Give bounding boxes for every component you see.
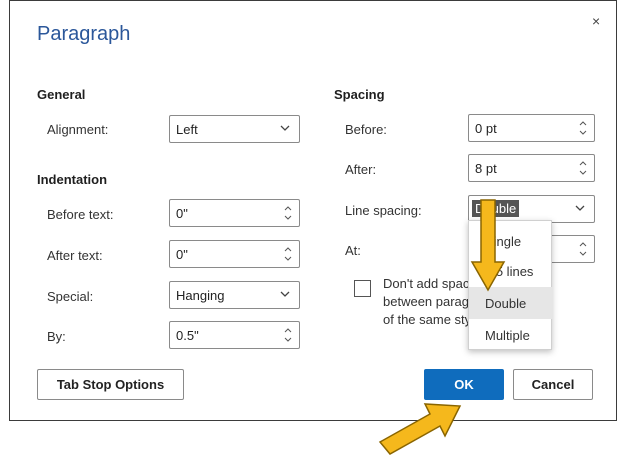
down-arrow-icon [470, 199, 506, 292]
before-text-spinner[interactable]: 0" [169, 199, 300, 227]
after-text-label: After text: [47, 248, 103, 263]
general-heading: General [37, 87, 86, 102]
diagonal-arrow-icon [378, 403, 462, 455]
spacing-after-label: After: [345, 162, 377, 177]
spinner-arrows-icon[interactable] [283, 244, 293, 264]
chevron-down-icon [280, 291, 290, 297]
before-text-value: 0" [176, 206, 188, 221]
spacing-heading: Spacing [334, 87, 385, 102]
alignment-select[interactable]: Left [169, 115, 300, 143]
option-multiple-label: Multiple [485, 328, 530, 343]
dont-add-space-checkbox[interactable] [354, 280, 371, 297]
spinner-arrows-icon[interactable] [578, 239, 588, 259]
chevron-down-icon [280, 125, 290, 131]
at-label: At: [345, 243, 361, 258]
spacing-before-value: 0 pt [475, 121, 497, 136]
indentation-heading: Indentation [37, 172, 108, 187]
ok-button[interactable]: OK [424, 369, 504, 400]
by-spinner[interactable]: 0.5" [169, 321, 300, 349]
before-text-label: Before text: [47, 207, 114, 222]
special-select[interactable]: Hanging [169, 281, 300, 309]
by-value: 0.5" [176, 328, 199, 343]
spacing-before-spinner[interactable]: 0 pt [468, 114, 595, 142]
chevron-down-icon [575, 205, 585, 211]
line-spacing-label: Line spacing: [345, 203, 422, 218]
close-icon[interactable]: × [592, 13, 600, 29]
option-multiple[interactable]: Multiple [469, 319, 553, 351]
special-label: Special: [47, 289, 94, 304]
spacing-before-label: Before: [345, 122, 387, 137]
option-double-label: Double [485, 296, 527, 311]
alignment-value: Left [176, 122, 198, 137]
paragraph-dialog: Paragraph × General Alignment: Left Inde… [9, 0, 617, 421]
by-label: By: [47, 329, 66, 344]
cancel-button[interactable]: Cancel [513, 369, 593, 400]
tab-stop-options-button[interactable]: Tab Stop Options [37, 369, 184, 400]
spacing-after-spinner[interactable]: 8 pt [468, 154, 595, 182]
spinner-arrows-icon[interactable] [578, 118, 588, 138]
after-text-value: 0" [176, 247, 188, 262]
spinner-arrows-icon[interactable] [578, 158, 588, 178]
spinner-arrows-icon[interactable] [283, 203, 293, 223]
special-value: Hanging [176, 288, 225, 303]
spacing-after-value: 8 pt [475, 161, 497, 176]
spinner-arrows-icon[interactable] [283, 325, 293, 345]
after-text-spinner[interactable]: 0" [169, 240, 300, 268]
dialog-title: Paragraph [37, 23, 131, 45]
alignment-label: Alignment: [47, 122, 109, 137]
